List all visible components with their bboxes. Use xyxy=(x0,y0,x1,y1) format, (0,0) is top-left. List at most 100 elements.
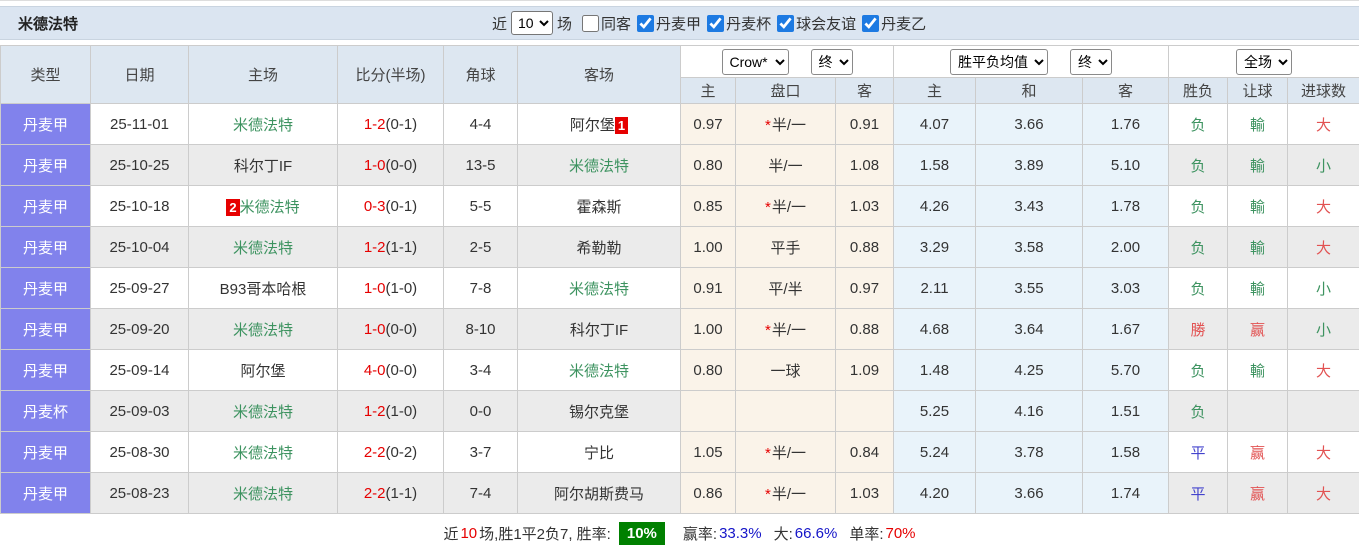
corners-cell: 7-8 xyxy=(444,268,518,309)
avg-draw-odds-cell: 3.43 xyxy=(976,186,1083,227)
avg-selector-cell: 胜平负均值 终 xyxy=(894,46,1169,78)
score-cell: 1-0(0-0) xyxy=(338,309,444,350)
team-name[interactable]: 米德法特 xyxy=(233,486,293,503)
filter-option-2[interactable]: 丹麦杯 xyxy=(701,13,771,34)
score-cell: 1-0(1-0) xyxy=(338,268,444,309)
team-name[interactable]: 宁比 xyxy=(584,445,614,462)
avg-away-odds-cell: 1.76 xyxy=(1083,104,1169,145)
goals-result-cell: 小 xyxy=(1288,309,1359,350)
filter-option-3[interactable]: 球会友谊 xyxy=(771,13,856,34)
avg-home-odds-cell: 5.24 xyxy=(894,432,976,473)
team-name[interactable]: 阿尔堡 xyxy=(240,363,285,380)
handicap-home-odds-cell xyxy=(681,391,736,432)
odds-time-select-2[interactable]: 终 xyxy=(1070,49,1112,75)
home-team-cell: 米德法特 xyxy=(189,473,338,514)
league-cell: 丹麦甲 xyxy=(1,186,91,227)
goals-result-cell-value: 小 xyxy=(1316,158,1331,175)
home-team-cell: 米德法特 xyxy=(189,104,338,145)
full-time-score: 2-2 xyxy=(364,485,386,502)
subheader-avg-home: 主 xyxy=(894,78,976,104)
league-cell: 丹麦甲 xyxy=(1,309,91,350)
avg-draw-odds-cell: 4.25 xyxy=(976,350,1083,391)
team-name[interactable]: 阿尔胡斯费马 xyxy=(554,486,644,503)
home-team-cell: 米德法特 xyxy=(189,227,338,268)
team-name[interactable]: 米德法特 xyxy=(233,404,293,421)
match-row: 丹麦甲25-10-182米德法特0-3(0-1)5-5霍森斯0.85*半/一1.… xyxy=(1,186,1359,227)
handicap-line-cell: *半/一 xyxy=(736,104,836,145)
result-cell-value: 勝 xyxy=(1191,322,1206,339)
team-name[interactable]: 锡尔克堡 xyxy=(569,404,629,421)
scope-select[interactable]: 全场 xyxy=(1236,49,1292,75)
filter-checkbox[interactable] xyxy=(777,15,794,32)
score-cell: 1-2(1-1) xyxy=(338,227,444,268)
team-name[interactable]: 米德法特 xyxy=(569,158,629,175)
team-name[interactable]: 科尔丁IF xyxy=(570,322,628,339)
filter-controls: 近 10 场 同客丹麦甲丹麦杯球会友谊丹麦乙 xyxy=(492,7,926,39)
league-cell: 丹麦甲 xyxy=(1,268,91,309)
team-name[interactable]: 米德法特 xyxy=(233,117,293,134)
goals-result-cell: 小 xyxy=(1288,145,1359,186)
summary-count: 10 xyxy=(460,525,477,542)
handicap-result-cell-value: 赢 xyxy=(1250,445,1265,462)
goals-result-cell: 大 xyxy=(1288,227,1359,268)
away-team-cell: 米德法特 xyxy=(518,145,681,186)
full-time-score: 1-0 xyxy=(364,157,386,174)
col-header-date: 日期 xyxy=(91,46,189,104)
handicap-star: * xyxy=(765,486,771,503)
avg-metric-select[interactable]: 胜平负均值 xyxy=(950,49,1048,75)
result-cell-value: 负 xyxy=(1191,363,1206,380)
filter-option-0[interactable]: 同客 xyxy=(576,13,631,34)
team-name[interactable]: 米德法特 xyxy=(569,363,629,380)
team-name[interactable]: 科尔丁IF xyxy=(234,158,292,175)
handicap-result-cell-value: 輸 xyxy=(1250,158,1265,175)
match-row: 丹麦甲25-08-23米德法特2-2(1-1)7-4阿尔胡斯费马0.86*半/一… xyxy=(1,473,1359,514)
win-value: 33.3% xyxy=(719,525,762,542)
match-row: 丹麦甲25-08-30米德法特2-2(0-2)3-7宁比1.05*半/一0.84… xyxy=(1,432,1359,473)
team-name[interactable]: 米德法特 xyxy=(569,281,629,298)
handicap-line-cell: 一球 xyxy=(736,350,836,391)
filter-checkbox[interactable] xyxy=(707,15,724,32)
half-time-score: (0-0) xyxy=(386,362,418,379)
team-name[interactable]: 希勒勒 xyxy=(576,240,621,257)
filter-option-4[interactable]: 丹麦乙 xyxy=(856,13,926,34)
avg-home-odds-cell: 1.48 xyxy=(894,350,976,391)
filter-checkbox[interactable] xyxy=(582,15,599,32)
filter-checkbox[interactable] xyxy=(637,15,654,32)
league-cell: 丹麦甲 xyxy=(1,432,91,473)
big-value: 66.6% xyxy=(795,525,838,542)
team-name[interactable]: 霍森斯 xyxy=(576,199,621,216)
page-title: 米德法特 xyxy=(0,13,78,34)
handicap-away-odds-cell xyxy=(836,391,894,432)
avg-home-odds-cell: 4.07 xyxy=(894,104,976,145)
filter-option-1[interactable]: 丹麦甲 xyxy=(631,13,701,34)
result-cell: 负 xyxy=(1169,104,1228,145)
home-team-cell: 米德法特 xyxy=(189,391,338,432)
filter-checkbox[interactable] xyxy=(862,15,879,32)
handicap-result-cell-value: 輸 xyxy=(1250,281,1265,298)
away-team-cell: 宁比 xyxy=(518,432,681,473)
home-team-cell: B93哥本哈根 xyxy=(189,268,338,309)
score-cell: 1-0(0-0) xyxy=(338,145,444,186)
home-team-cell: 米德法特 xyxy=(189,432,338,473)
result-cell-value: 负 xyxy=(1191,117,1206,134)
handicap-away-odds-cell: 0.97 xyxy=(836,268,894,309)
filter-label: 球会友谊 xyxy=(796,13,856,34)
avg-home-odds-cell: 1.58 xyxy=(894,145,976,186)
big-label: 大: xyxy=(774,523,793,544)
recent-count-select[interactable]: 10 xyxy=(511,11,553,35)
odds-company-select[interactable]: Crow* xyxy=(722,49,789,75)
corners-cell: 3-4 xyxy=(444,350,518,391)
result-cell-value: 平 xyxy=(1191,486,1206,503)
home-team-cell: 科尔丁IF xyxy=(189,145,338,186)
full-time-score: 1-0 xyxy=(364,321,386,338)
team-name[interactable]: 米德法特 xyxy=(240,199,300,216)
avg-draw-odds-cell: 3.66 xyxy=(976,104,1083,145)
odds-time-select-1[interactable]: 终 xyxy=(811,49,853,75)
team-name[interactable]: 米德法特 xyxy=(233,240,293,257)
scope-selector-cell: 全场 xyxy=(1169,46,1359,78)
team-name[interactable]: 米德法特 xyxy=(233,445,293,462)
goals-result-cell: 大 xyxy=(1288,350,1359,391)
team-name[interactable]: 阿尔堡 xyxy=(570,117,615,134)
team-name[interactable]: 米德法特 xyxy=(233,322,293,339)
team-name[interactable]: B93哥本哈根 xyxy=(220,281,307,298)
